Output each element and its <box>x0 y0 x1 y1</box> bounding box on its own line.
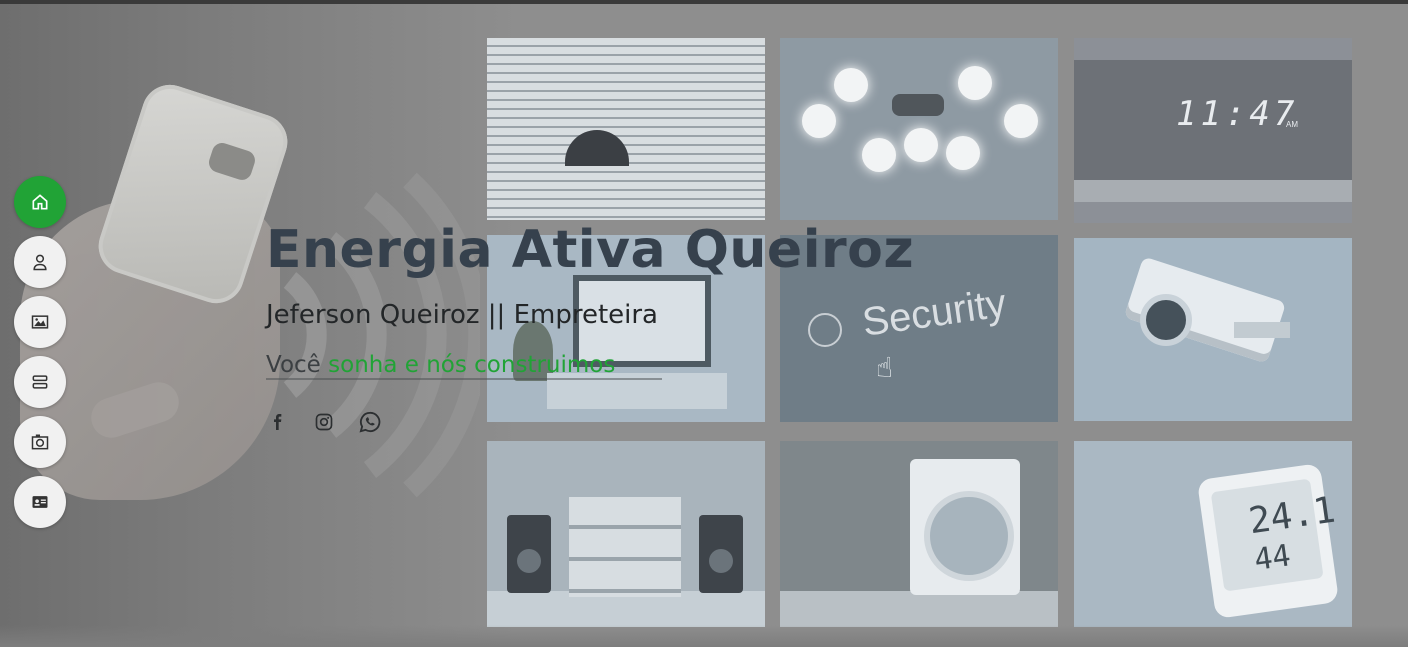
washer-door <box>924 491 1014 581</box>
thermometer-body: 24.1 44 <box>1196 463 1340 619</box>
tile-smart-lighting <box>780 38 1058 220</box>
tile-smart-clock: 11:47 AM <box>1074 38 1352 223</box>
tile-washing-machine <box>780 441 1058 627</box>
bottom-shadow <box>0 625 1408 647</box>
facebook-icon <box>274 414 282 430</box>
hifi-stack <box>569 497 681 597</box>
security-label: Security <box>859 281 1009 345</box>
whatsapp-icon <box>359 411 381 433</box>
finger-shape <box>86 377 184 443</box>
bulb-shape <box>946 136 980 170</box>
tile-sound-system <box>487 441 765 627</box>
facebook-link[interactable] <box>266 410 290 434</box>
social-links <box>266 410 382 434</box>
washer-body <box>910 459 1020 595</box>
nav-item-services[interactable] <box>14 356 66 408</box>
contact-card-icon <box>32 496 48 508</box>
nav-item-gallery[interactable] <box>14 416 66 468</box>
clock-shelf <box>1074 180 1352 202</box>
speaker-shape <box>507 515 551 593</box>
hero-title: Energia Ativa Queiroz <box>266 220 915 280</box>
tile-window-blinds <box>487 38 765 220</box>
camera-lens <box>1140 294 1192 346</box>
home-icon <box>32 194 48 210</box>
tile-security-camera <box>1074 238 1352 421</box>
bulb-shape <box>904 128 938 162</box>
nav-item-portfolio[interactable] <box>14 296 66 348</box>
camera-mount <box>1234 322 1290 338</box>
tagline-highlight: sonha e nós construimos <box>328 352 616 378</box>
person-icon <box>33 254 47 271</box>
tagline-prefix: Você <box>266 352 321 378</box>
temperature-value: 24.1 <box>1246 489 1338 543</box>
bulb-shape <box>862 138 896 172</box>
camera-icon <box>31 434 49 450</box>
bulb-shape <box>958 66 992 100</box>
blinds-image <box>487 38 765 220</box>
hero-tagline: Você sonha e nós construimos <box>266 352 615 378</box>
pointer-hand-icon: ☝ <box>876 351 894 384</box>
whatsapp-link[interactable] <box>358 410 382 434</box>
instagram-link[interactable] <box>312 410 336 434</box>
hero-section: 11:47 AM Security ☝ 24.1 44 Energia Ativ… <box>0 0 1408 647</box>
nav-item-contact[interactable] <box>14 476 66 528</box>
security-badge-icon <box>808 313 842 347</box>
hero-subtitle: Jeferson Queiroz || Empreteira <box>266 300 658 330</box>
humidity-value: 44 <box>1252 538 1293 578</box>
nav-item-home[interactable] <box>14 176 66 228</box>
server-icon <box>32 375 48 389</box>
bulb-shape <box>834 68 868 102</box>
thermometer-screen: 24.1 44 <box>1210 478 1338 592</box>
tagline-underline <box>266 378 662 380</box>
tile-thermometer-display: 24.1 44 <box>1074 441 1352 627</box>
floor-shape <box>780 591 1058 627</box>
bulb-shape <box>1004 104 1038 138</box>
bulb-shape <box>802 104 836 138</box>
image-icon <box>31 315 49 329</box>
clock-suffix: AM <box>1286 120 1298 129</box>
speaker-shape <box>699 515 743 593</box>
instagram-icon <box>315 413 333 431</box>
top-border <box>0 0 1408 4</box>
nav-item-about[interactable] <box>14 236 66 288</box>
chandelier-core <box>892 94 944 116</box>
clock-time: 11:47 <box>1176 94 1299 134</box>
